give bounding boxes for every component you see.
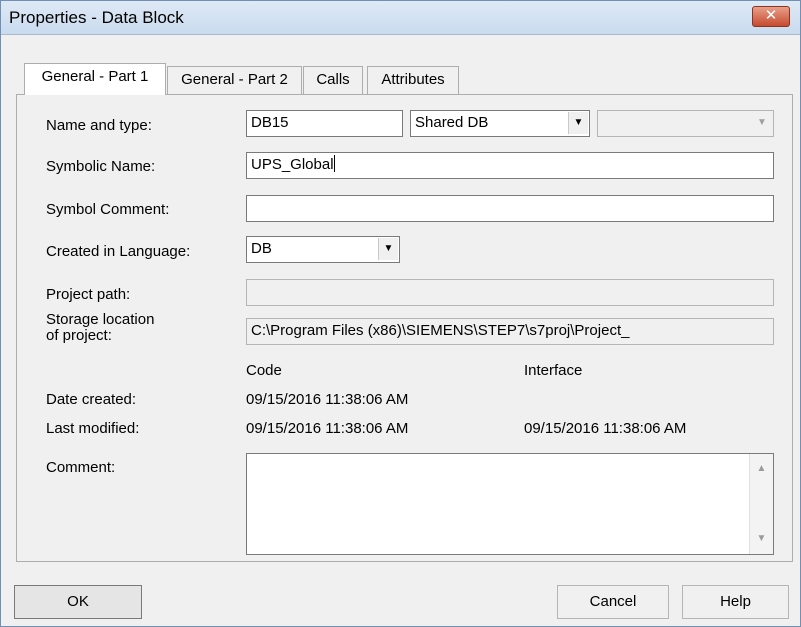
properties-dialog: Properties - Data Block ✕ General - Part… [0, 0, 801, 627]
text-cursor [333, 155, 335, 172]
ok-button[interactable]: OK [14, 585, 142, 619]
last-modified-code-value: 09/15/2016 11:38:06 AM [246, 420, 409, 437]
project-path-label: Project path: [46, 286, 131, 303]
chevron-down-icon[interactable]: ▼ [568, 112, 588, 134]
project-path-field [246, 279, 774, 306]
comment-textarea[interactable]: ▲ ▼ [246, 453, 774, 555]
block-name-value: DB15 [251, 114, 289, 131]
tab-label: General - Part 2 [181, 71, 288, 88]
help-button[interactable]: Help [682, 585, 789, 619]
storage-location-value: C:\Program Files (x86)\SIEMENS\STEP7\s7p… [251, 322, 630, 339]
name-and-type-label: Name and type: [46, 117, 152, 134]
interface-column-header: Interface [524, 362, 583, 379]
comment-scrollbar[interactable]: ▲ ▼ [749, 454, 773, 554]
cancel-button[interactable]: Cancel [557, 585, 669, 619]
tab-attributes[interactable]: Attributes [367, 66, 459, 94]
tab-calls[interactable]: Calls [303, 66, 363, 94]
symbol-comment-label: Symbol Comment: [46, 201, 170, 218]
storage-location-field: C:\Program Files (x86)\SIEMENS\STEP7\s7p… [246, 318, 774, 345]
storage-label-line1: Storage location [46, 311, 155, 328]
symbolic-name-value: UPS_Global [251, 156, 334, 173]
last-modified-label: Last modified: [46, 420, 140, 437]
language-select[interactable]: DB ▼ [246, 236, 400, 263]
tab-general-part-2[interactable]: General - Part 2 [167, 66, 302, 94]
scroll-up-icon[interactable]: ▲ [750, 458, 773, 480]
block-name-field[interactable]: DB15 [246, 110, 403, 137]
scroll-down-icon[interactable]: ▼ [750, 528, 773, 550]
language-value: DB [251, 240, 272, 257]
code-column-header: Code [246, 362, 282, 379]
chevron-down-icon: ▼ [752, 112, 772, 134]
last-modified-interface-value: 09/15/2016 11:38:06 AM [524, 420, 687, 437]
tab-label: Calls [316, 71, 350, 88]
block-type-select[interactable]: Shared DB ▼ [410, 110, 590, 137]
symbolic-name-field[interactable]: UPS_Global [246, 152, 774, 179]
comment-label: Comment: [46, 459, 116, 476]
close-icon: ✕ [764, 7, 778, 24]
window-title: Properties - Data Block [9, 8, 184, 27]
symbol-comment-field[interactable] [246, 195, 774, 222]
tab-label: General - Part 1 [41, 68, 149, 85]
tab-label: Attributes [381, 71, 445, 88]
symbolic-name-label: Symbolic Name: [46, 158, 156, 175]
date-created-label: Date created: [46, 391, 137, 408]
title-bar[interactable]: Properties - Data Block ✕ [1, 1, 800, 35]
block-type-value: Shared DB [415, 114, 489, 131]
secondary-type-select: ▼ [597, 110, 774, 137]
chevron-down-icon[interactable]: ▼ [378, 238, 398, 260]
created-in-language-label: Created in Language: [46, 243, 191, 260]
storage-location-label: Storage location of project: [46, 312, 154, 344]
date-created-code-value: 09/15/2016 11:38:06 AM [246, 391, 409, 408]
storage-label-line2: of project: [46, 327, 112, 344]
close-button[interactable]: ✕ [752, 6, 790, 27]
tab-general-part-1[interactable]: General - Part 1 [24, 63, 166, 95]
